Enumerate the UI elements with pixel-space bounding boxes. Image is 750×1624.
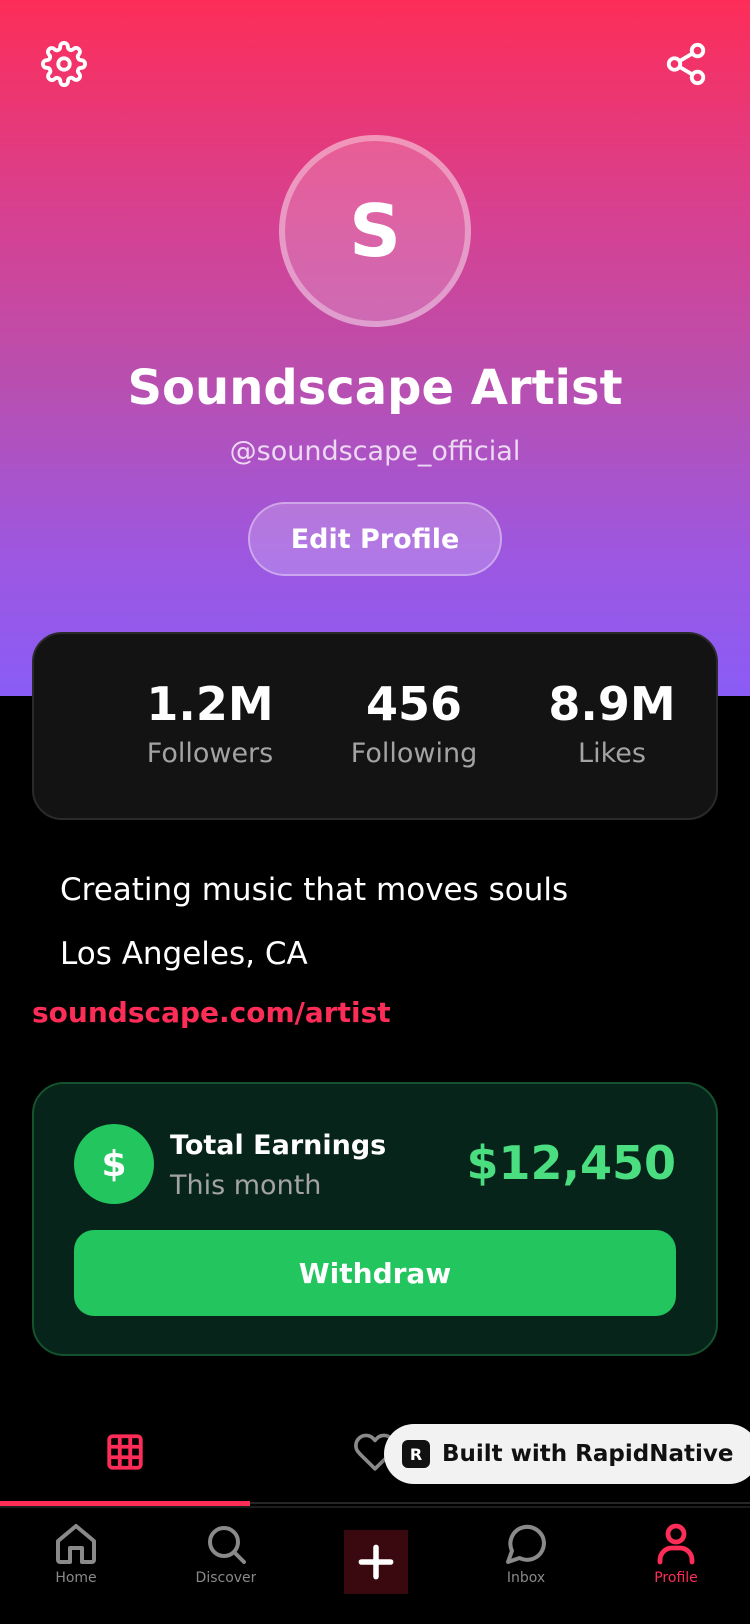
nav-label: Inbox [506,1570,546,1582]
rapidnative-logo-icon: R [402,1440,430,1468]
stat-following[interactable]: 456 Following [314,678,514,769]
avatar[interactable]: S [279,135,471,327]
location-text: Los Angeles, CA [60,936,308,972]
stat-followers[interactable]: 1.2M Followers [110,678,310,769]
built-with-badge[interactable]: R Built with RapidNative [384,1424,750,1484]
chat-icon [506,1524,547,1564]
stat-value: 1.2M [146,677,274,731]
bio-text: Creating music that moves souls [60,872,569,908]
earnings-title: Total Earnings [170,1130,387,1161]
stats-card: 1.2M Followers 456 Following 8.9M Likes [32,632,718,820]
badge-text: Built with RapidNative [442,1441,734,1467]
share-icon [666,42,706,86]
stat-label: Followers [146,738,274,769]
nav-label: Profile [654,1570,698,1582]
display-name: Soundscape Artist [127,360,623,416]
home-icon [56,1524,96,1564]
nav-label: Discover [195,1570,257,1582]
nav-discover[interactable]: Discover [176,1520,276,1620]
nav-home[interactable]: Home [26,1520,126,1620]
dollar-icon: $ [74,1124,154,1204]
user-icon [657,1523,695,1565]
nav-profile[interactable]: Profile [626,1520,726,1620]
nav-inbox[interactable]: Inbox [476,1520,576,1620]
edit-profile-button[interactable]: Edit Profile [248,502,502,576]
stat-value: 8.9M [548,677,676,731]
nav-label: Home [55,1570,97,1582]
withdraw-button[interactable]: Withdraw [74,1230,676,1316]
grid-icon [107,1434,143,1470]
stat-label: Following [350,738,478,769]
gear-icon [41,41,87,87]
website-link[interactable]: soundscape.com/artist [32,996,391,1029]
earnings-period: This month [170,1170,322,1201]
earnings-amount: $12,450 [466,1136,676,1190]
stat-value: 456 [365,677,463,731]
tab-videos[interactable] [0,1400,250,1506]
stat-likes[interactable]: 8.9M Likes [512,678,712,769]
stat-label: Likes [578,738,646,769]
search-icon [208,1526,246,1564]
profile-header [0,0,750,696]
earnings-card: $ Total Earnings This month $12,450 With… [32,1082,718,1356]
share-button[interactable] [656,34,716,94]
plus-icon [358,1544,394,1580]
username-handle: @soundscape_official [229,436,521,467]
bottom-nav: Home Discover Inbox Profile [0,1506,750,1624]
create-button[interactable] [344,1530,408,1594]
settings-button[interactable] [34,34,94,94]
